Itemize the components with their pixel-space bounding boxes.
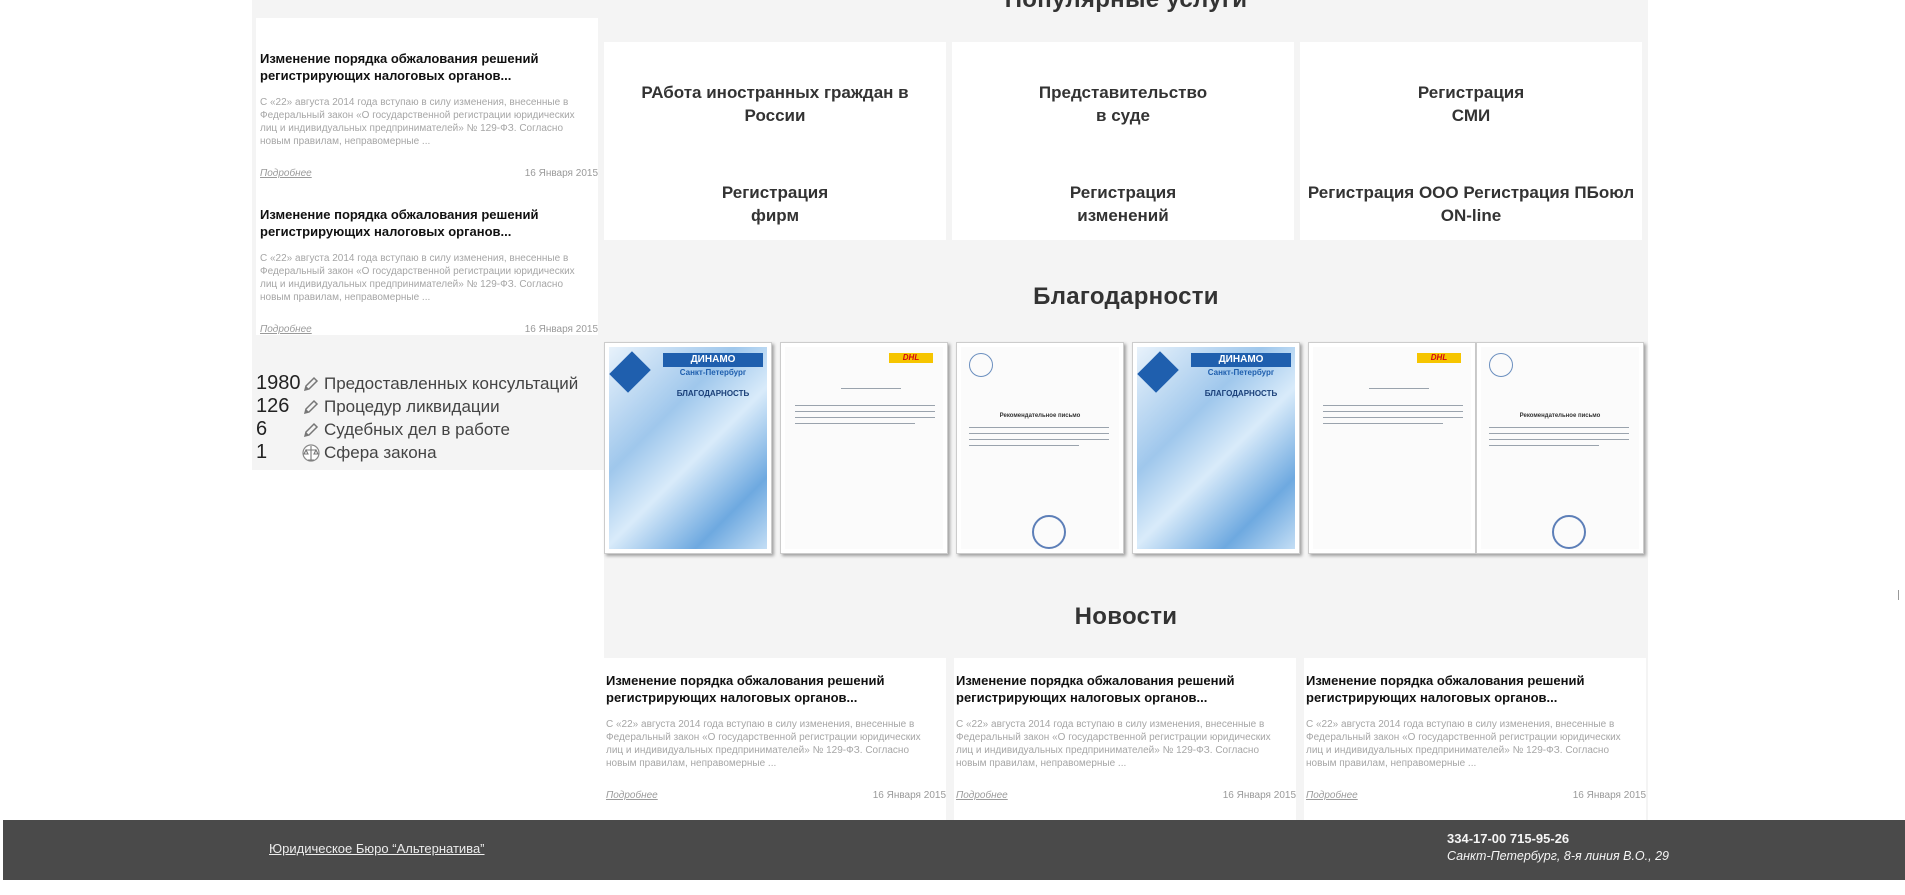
- company-home-link[interactable]: Юридическое Бюро “Альтернатива”: [269, 841, 485, 856]
- footer-phones: 334-17-00 715-95-26: [1447, 831, 1570, 846]
- news-title[interactable]: Изменение порядка обжалования решений ре…: [954, 658, 1296, 706]
- stat-number: 6: [256, 418, 268, 440]
- stamp-icon: [1032, 515, 1066, 549]
- letter-city: Санкт-Петербург: [1207, 368, 1275, 377]
- footer-address: Санкт-Петербург, 8-я линия В.О., 29: [1447, 849, 1669, 863]
- news-title[interactable]: Изменение порядка обжалования решений ре…: [604, 658, 946, 706]
- service-link-court-representation[interactable]: Представительство в суде: [952, 81, 1294, 127]
- stat-row: 6 Судебных дел в работе: [256, 418, 578, 441]
- thank-you-letter-fund[interactable]: Рекомендательное письмо: [1476, 342, 1644, 554]
- sidebar-news-item: Изменение порядка обжалования решений ре…: [256, 178, 598, 335]
- stat-label: Сфера закона: [324, 442, 437, 462]
- news-date: 16 Января 2015: [1572, 790, 1646, 801]
- news-more-link[interactable]: Подробнее: [956, 790, 1008, 801]
- letter-heading: БЛАГОДАРНОСТЬ: [1204, 389, 1278, 398]
- service-link-changes-registration[interactable]: Регистрация изменений: [952, 181, 1294, 227]
- news-more-link[interactable]: Подробнее: [606, 790, 658, 801]
- news-excerpt: С «22» августа 2014 года вступаю в силу …: [956, 719, 1271, 769]
- service-link-media-registration[interactable]: Регистрация СМИ: [1300, 81, 1642, 127]
- dhl-logo-icon: DHL: [889, 353, 933, 363]
- main-content: Популярные услуги РАбота иностранных гра…: [604, 0, 1648, 820]
- service-link-company-registration[interactable]: Регистрация фирм: [604, 181, 946, 227]
- pencil-icon: [300, 374, 322, 394]
- stat-label: Предоставленных консультаций: [324, 373, 579, 393]
- footer: Юридическое Бюро “Альтернатива” 334-17-0…: [3, 820, 1905, 880]
- letter-heading: БЛАГОДАРНОСТЬ: [676, 389, 750, 398]
- thank-you-letter-dhl[interactable]: DHL: [780, 342, 948, 554]
- news-excerpt: С «22» августа 2014 года вступаю в силу …: [1306, 719, 1621, 769]
- thank-you-letter-dinamo[interactable]: ДИНАМО Санкт-Петербург БЛАГОДАРНОСТЬ: [1132, 342, 1300, 554]
- service-card: Регистрация СМИ Регистрация ООО Регистра…: [1300, 42, 1642, 240]
- stat-number: 1: [256, 441, 268, 463]
- news-date: 16 Января 2015: [524, 324, 598, 335]
- stat-number: 1980: [256, 372, 301, 394]
- scrollbar-handle[interactable]: [1898, 590, 1903, 600]
- service-link-online-registration[interactable]: Регистрация ООО Регистрация ПБоюл ON-lin…: [1300, 181, 1642, 227]
- left-sidebar: Изменение порядка обжалования решений ре…: [252, 0, 604, 470]
- news-title[interactable]: Изменение порядка обжалования решений ре…: [256, 18, 598, 84]
- scales-icon: [300, 443, 322, 463]
- stat-row: 126 Процедур ликвидации: [256, 395, 578, 418]
- news-excerpt: С «22» августа 2014 года вступаю в силу …: [260, 97, 575, 147]
- pencil-icon: [300, 397, 322, 417]
- thank-you-letter-dinamo[interactable]: ДИНАМО Санкт-Петербург БЛАГОДАРНОСТЬ: [604, 342, 772, 554]
- fund-logo-icon: [969, 353, 993, 377]
- news-title-heading: Новости: [1074, 603, 1178, 630]
- news-more-link[interactable]: Подробнее: [260, 324, 312, 335]
- dhl-logo-icon: DHL: [1417, 353, 1461, 363]
- letter-heading: Рекомендательное письмо: [1519, 413, 1601, 419]
- stat-row: 1980 Предоставленных консультаций: [256, 372, 578, 395]
- service-card: РАбота иностранных граждан в России Реги…: [604, 42, 946, 240]
- news-date: 16 Января 2015: [1222, 790, 1296, 801]
- news-card: Изменение порядка обжалования решений ре…: [1304, 658, 1646, 820]
- thank-you-letter-fund[interactable]: Рекомендательное письмо: [956, 342, 1124, 554]
- stats-block: 1980 Предоставленных консультаций 126 Пр…: [256, 372, 578, 464]
- news-excerpt: С «22» августа 2014 года вступаю в силу …: [606, 719, 921, 769]
- pencil-icon: [300, 420, 322, 440]
- news-title[interactable]: Изменение порядка обжалования решений ре…: [1304, 658, 1646, 706]
- service-card: Представительство в суде Регистрация изм…: [952, 42, 1294, 240]
- letter-city: Санкт-Петербург: [679, 368, 747, 377]
- thanks-title: Благодарности: [1033, 283, 1219, 310]
- fund-logo-icon: [1489, 353, 1513, 377]
- news-excerpt: С «22» августа 2014 года вступаю в силу …: [260, 253, 575, 303]
- news-more-link[interactable]: Подробнее: [1306, 790, 1358, 801]
- stat-row: 1 Сфера закона: [256, 441, 578, 464]
- letter-heading: Рекомендательное письмо: [999, 413, 1081, 419]
- letter-brand: ДИНАМО: [663, 353, 763, 367]
- news-title[interactable]: Изменение порядка обжалования решений ре…: [256, 178, 598, 240]
- stat-label: Судебных дел в работе: [324, 419, 510, 439]
- news-card: Изменение порядка обжалования решений ре…: [604, 658, 946, 820]
- news-date: 16 Января 2015: [872, 790, 946, 801]
- thank-you-letter-dhl[interactable]: DHL: [1308, 342, 1476, 554]
- stat-label: Процедур ликвидации: [324, 396, 500, 416]
- letter-brand: ДИНАМО: [1191, 353, 1291, 367]
- sidebar-news-item: Изменение порядка обжалования решений ре…: [256, 18, 598, 179]
- news-card: Изменение порядка обжалования решений ре…: [954, 658, 1296, 820]
- popular-services-title: Популярные услуги: [604, 0, 1648, 14]
- stamp-icon: [1552, 515, 1586, 549]
- service-link-foreign-workers[interactable]: РАбота иностранных граждан в России: [604, 81, 946, 127]
- stat-number: 126: [256, 395, 290, 417]
